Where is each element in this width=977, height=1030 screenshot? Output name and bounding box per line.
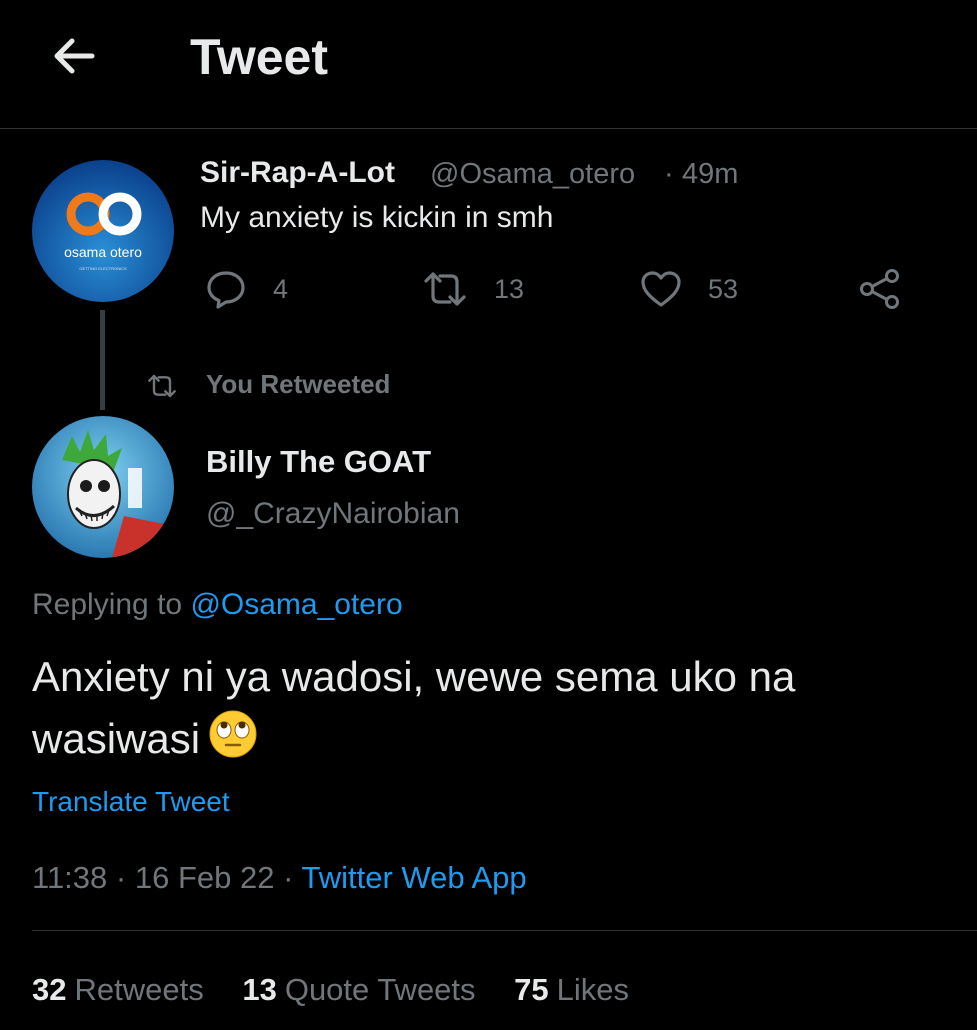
quote-tweets-stat[interactable]: 13 Quote Tweets xyxy=(242,972,475,1008)
share-icon xyxy=(860,269,899,309)
meta-separator-2: · xyxy=(283,860,294,895)
replying-handle-link[interactable]: @Osama_otero xyxy=(190,588,402,621)
quote-tweets-label: Quote Tweets xyxy=(284,972,476,1007)
you-retweeted-label[interactable]: You Retweeted xyxy=(206,369,390,400)
tweet-source-link[interactable]: Twitter Web App xyxy=(301,860,526,895)
parent-display-name[interactable]: Sir-Rap-A-Lot xyxy=(200,156,395,190)
retweets-count: 32 xyxy=(32,972,67,1007)
back-button[interactable] xyxy=(48,30,100,82)
tweet-date: 16 Feb 22 xyxy=(134,860,275,895)
meta-separator-1: · xyxy=(115,860,127,895)
avatar-brand-text: osama otero xyxy=(64,244,142,260)
page-title: Tweet xyxy=(190,29,328,85)
tweet-text: Anxiety ni ya wadosi, wewe sema uko na w… xyxy=(32,646,942,776)
replying-to: Replying to @Osama_otero xyxy=(32,588,403,622)
translate-tweet-link[interactable]: Translate Tweet xyxy=(32,786,230,818)
tweet-time: 11:38 xyxy=(32,860,108,895)
divider xyxy=(32,930,977,931)
avatar-billy-the-goat[interactable] xyxy=(32,416,174,558)
retweets-stat[interactable]: 32 Retweets xyxy=(32,972,204,1008)
share-button[interactable] xyxy=(858,268,902,310)
face-with-rolling-eyes-icon xyxy=(208,709,258,776)
quote-tweets-count: 13 xyxy=(242,972,277,1007)
reply-button[interactable]: 4 xyxy=(205,268,288,310)
tweet-text-body: Anxiety ni ya wadosi, wewe sema uko na w… xyxy=(32,653,796,762)
top-bar: Tweet xyxy=(0,0,977,129)
reply-count: 4 xyxy=(273,273,289,304)
parent-separator: · xyxy=(664,158,674,190)
retweet-button[interactable]: 13 xyxy=(422,268,524,310)
likes-label: Likes xyxy=(556,972,630,1007)
engagement-stats: 32 Retweets 13 Quote Tweets 75 Likes xyxy=(32,972,659,1008)
parent-timestamp[interactable]: 49m xyxy=(682,158,738,191)
retweet-icon xyxy=(424,272,466,306)
arrow-left-icon xyxy=(54,38,95,74)
likes-stat[interactable]: 75 Likes xyxy=(514,972,629,1008)
avatar-brand-subtext: GETTING ELECTRONICS xyxy=(79,266,127,271)
heart-icon xyxy=(641,271,681,307)
reply-icon xyxy=(207,271,245,309)
parent-handle[interactable]: @Osama_otero xyxy=(430,158,635,191)
retweets-label: Retweets xyxy=(74,972,204,1007)
retweeted-icon xyxy=(144,372,180,405)
thread-connector xyxy=(100,310,105,410)
author-handle[interactable]: @_CrazyNairobian xyxy=(206,497,460,531)
avatar-osama-otero[interactable]: osama otero GETTING ELECTRONICS xyxy=(32,160,174,302)
retweet-count: 13 xyxy=(494,273,525,304)
author-display-name[interactable]: Billy The GOAT xyxy=(206,444,431,480)
like-button[interactable]: 53 xyxy=(640,268,738,310)
replying-prefix: Replying to xyxy=(32,588,183,621)
tweet-meta: 11:38 · 16 Feb 22 · Twitter Web App xyxy=(32,860,527,896)
likes-count: 75 xyxy=(514,972,549,1007)
like-count: 53 xyxy=(708,273,739,304)
parent-tweet-text: My anxiety is kickin in smh xyxy=(200,201,554,234)
